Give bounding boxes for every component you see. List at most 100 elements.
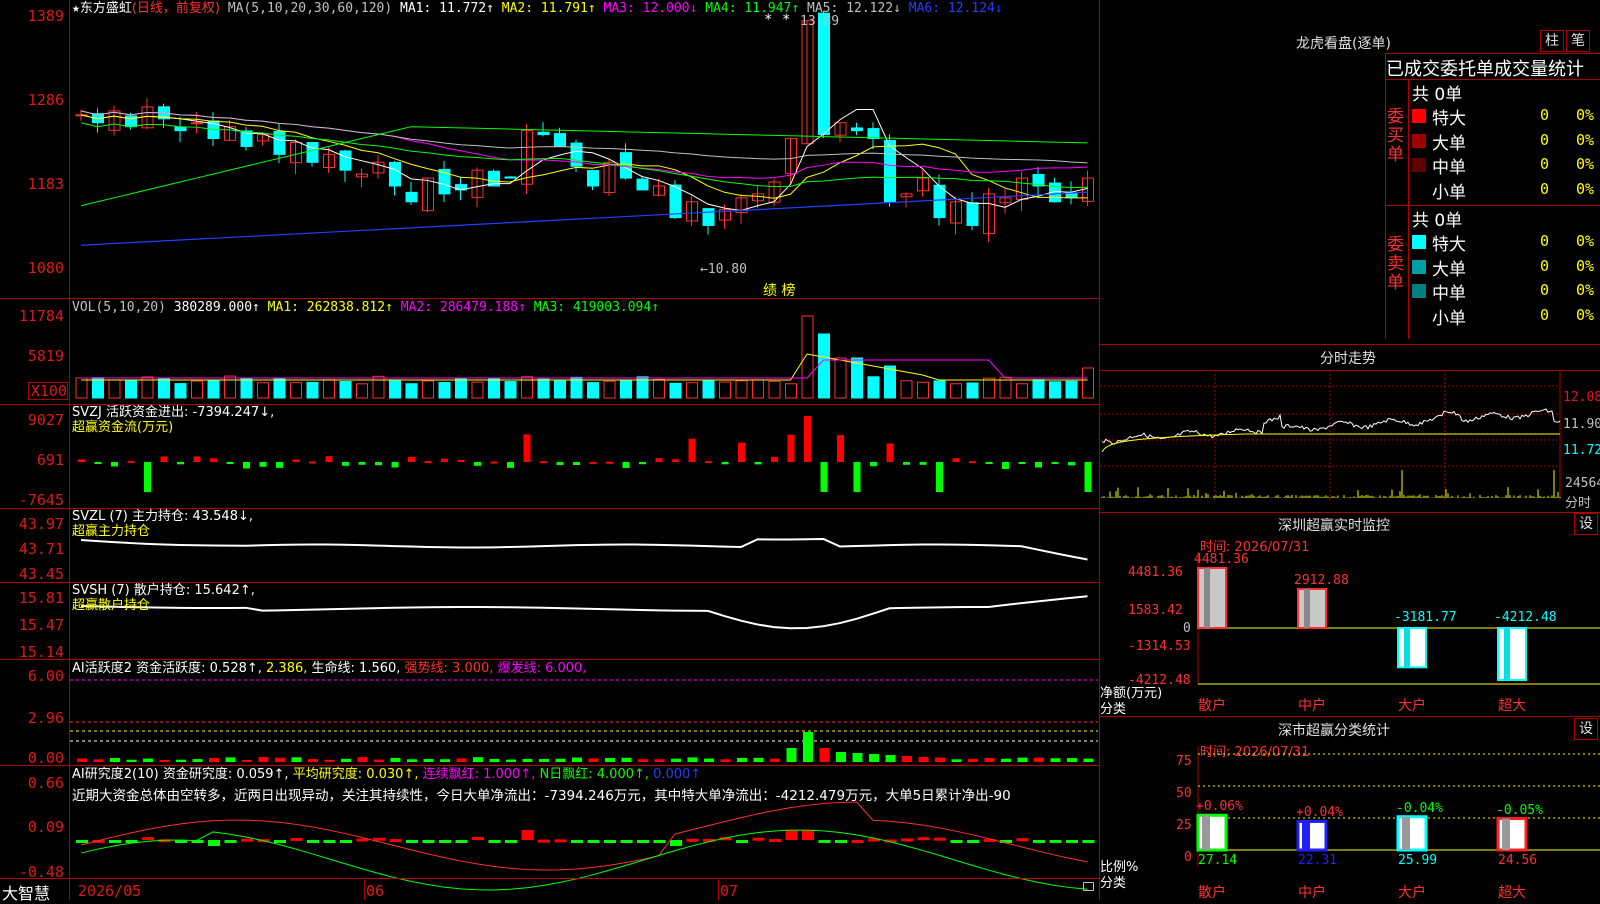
- ratio-bar-shade: [1302, 821, 1310, 850]
- category-name: 中户: [1298, 698, 1326, 714]
- activity-bar: [605, 757, 615, 762]
- ratio-delta: +0.06%: [1196, 799, 1243, 815]
- volume-bar: [785, 383, 797, 399]
- research-bar: [653, 840, 666, 843]
- volume-bar: [504, 381, 517, 399]
- candle-body: [306, 142, 319, 163]
- volume-bar: [702, 379, 715, 399]
- intraday-axis-label: 11.72: [1563, 443, 1600, 458]
- activity-bar: [176, 759, 186, 762]
- order-count: 0: [1540, 232, 1550, 250]
- vol-value: 380289.000↑: [173, 300, 260, 315]
- activity-bar: [572, 757, 582, 762]
- flow-bar: [1035, 462, 1042, 468]
- ratio-delta: +0.04%: [1296, 805, 1343, 821]
- svzj-axis-label: -7645: [18, 491, 64, 509]
- order-count: 0: [1540, 256, 1550, 275]
- research-bar: [1066, 840, 1078, 843]
- ai-research-value: AI研究度2(10) 资金研究度: 0.059↑,: [72, 767, 289, 782]
- order-size-label: 大单: [1432, 259, 1466, 280]
- category-name: 大户: [1398, 885, 1426, 901]
- research-bar: [76, 840, 88, 843]
- ratio-value: 22.31: [1298, 853, 1338, 868]
- order-size-label: 中单: [1432, 158, 1466, 178]
- ai-research-axis-label: 0.09: [27, 818, 64, 836]
- intraday-chart[interactable]: [1100, 370, 1600, 510]
- activity-bar: [720, 759, 731, 762]
- flow-bar: [639, 462, 646, 465]
- volume-bar: [983, 377, 995, 399]
- svzj-title: SVZJ 活跃资金进出: -7394.247↓,: [72, 405, 275, 420]
- activity-bar: [390, 757, 401, 762]
- category-label: 分类: [1100, 876, 1127, 891]
- flow-bar: [738, 442, 745, 462]
- kline-chart[interactable]: ★东方盛虹(日线，前复权) MA(5,10,20,30,60,120) MA1:…: [0, 0, 1100, 903]
- flow-bar: [78, 459, 85, 462]
- star-icon[interactable]: ★: [72, 1, 80, 16]
- research-bar: [340, 840, 352, 843]
- brand-logo[interactable]: 大智慧: [2, 880, 50, 904]
- research-bar: [802, 830, 814, 840]
- net-bar: [1397, 627, 1427, 669]
- research-bar: [917, 837, 930, 841]
- sz-class-axis-label: 25: [1176, 818, 1192, 833]
- lock-icon[interactable]: [1083, 882, 1094, 891]
- activity-bar: [737, 757, 747, 762]
- ai-active-axis-label: 2.96: [27, 709, 64, 727]
- activity-bar: [1017, 757, 1028, 762]
- volume-bar: [174, 383, 187, 399]
- order-color-swatch: [1412, 308, 1426, 323]
- ma6-value: MA6: 12.124↓: [908, 1, 1003, 16]
- volume-bar: [1016, 383, 1028, 399]
- bar-mode-button[interactable]: 柱: [1540, 30, 1564, 52]
- research-bar: [505, 840, 517, 843]
- category-name: 超大: [1498, 885, 1526, 901]
- flow-bar: [309, 461, 316, 464]
- ai-research-axis-label: 0.66: [27, 774, 64, 792]
- research-bar: [604, 840, 616, 843]
- activity-bar: [869, 754, 879, 762]
- volume-bar: [257, 382, 269, 399]
- sell-total: 共 0单: [1412, 211, 1463, 231]
- avg-line: [1101, 433, 1560, 453]
- candle-body: [389, 162, 401, 187]
- divider: [1385, 53, 1600, 54]
- research-bar: [1033, 840, 1045, 843]
- price-axis-label: 1389: [27, 7, 64, 25]
- ma-line: [80, 122, 1088, 189]
- candle-body: [174, 126, 187, 132]
- volume-bar: [719, 381, 731, 399]
- order-color-swatch: [1412, 158, 1426, 172]
- volume-bar: [900, 380, 913, 399]
- tick-mode-button[interactable]: 笔: [1566, 30, 1590, 52]
- buy-orders-label: 委买单: [1387, 107, 1404, 165]
- volume-bar: [158, 377, 170, 399]
- research-bar: [307, 840, 319, 843]
- vol-header: VOL(5,10,20) 380289.000↑ MA1: 262838.812…: [72, 300, 659, 316]
- research-bar: [1049, 840, 1062, 843]
- info-badge[interactable]: 绩 榜: [763, 280, 795, 300]
- activity-bar: [1034, 757, 1044, 762]
- intraday-vol-label: 24564: [1565, 476, 1600, 491]
- research-bar: [686, 838, 699, 842]
- divider: [1408, 79, 1409, 339]
- stock-mode[interactable]: (日线，前复权): [132, 1, 220, 16]
- volume-bar: [422, 380, 434, 399]
- flow-bar: [589, 461, 597, 464]
- order-size-label: 特大: [1432, 109, 1466, 129]
- flow-bar: [1051, 462, 1059, 464]
- flow-bar: [523, 434, 531, 462]
- flow-bar: [292, 459, 300, 462]
- vol-unit-label: X100: [28, 382, 68, 400]
- volume-bar: [339, 380, 352, 399]
- order-percent: 0%: [1576, 106, 1595, 124]
- flow-bar: [424, 461, 432, 464]
- divider: [1100, 344, 1600, 345]
- price-line: [1101, 408, 1561, 445]
- pane-divider: [0, 298, 1100, 299]
- flow-bar: [226, 462, 234, 464]
- order-size-label: 小单: [1432, 308, 1466, 329]
- research-bar: [934, 837, 946, 841]
- flow-bar: [606, 461, 613, 464]
- activity-bar: [110, 758, 120, 762]
